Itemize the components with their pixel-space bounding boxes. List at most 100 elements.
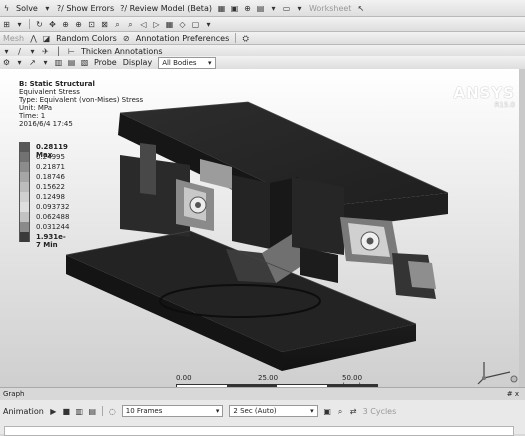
dropdown-arrow-icon[interactable]: ▾	[204, 20, 213, 29]
result-line: Unit: MPa	[19, 104, 53, 112]
legend-swatch	[19, 182, 30, 192]
dropdown-arrow-icon[interactable]: ▾	[43, 4, 52, 13]
monitor-icon[interactable]: ▭	[282, 4, 291, 13]
chart-icon[interactable]: ▤	[88, 407, 97, 416]
image-icon[interactable]: ▤	[256, 4, 265, 13]
dropdown-arrow-icon[interactable]: ▾	[269, 4, 278, 13]
graph-area[interactable]	[0, 422, 525, 436]
help-cursor-icon[interactable]: ↖	[356, 4, 365, 13]
gear-icon[interactable]: ⚙	[2, 58, 11, 67]
show-errors-button[interactable]: ?/ Show Errors	[57, 4, 114, 13]
review-model-button[interactable]: ?/ Review Model (Beta)	[120, 4, 212, 13]
legend-value: 0.18746	[36, 173, 65, 181]
legend-value: 0.093732	[36, 203, 70, 211]
export-icon[interactable]: ▣	[323, 407, 332, 416]
zoom-fit-icon[interactable]: ⊠	[100, 20, 109, 29]
zoom-icon[interactable]: ⌕	[336, 407, 345, 416]
probe-icon[interactable]: ▧	[80, 58, 89, 67]
worksheet-button[interactable]: Worksheet	[309, 4, 351, 13]
pin-icon[interactable]: ⊕	[243, 4, 252, 13]
stop-icon[interactable]: ■	[62, 407, 71, 416]
dropdown-arrow-icon[interactable]: ▾	[41, 58, 50, 67]
pin-icon[interactable]: ✈	[41, 47, 50, 56]
graph-title: Graph	[3, 390, 25, 398]
legend-swatch	[19, 192, 30, 202]
mesh-button[interactable]: Mesh	[3, 34, 24, 43]
graph-pin-close[interactable]: # x	[507, 388, 519, 400]
chart-icon[interactable]: ▣	[230, 4, 239, 13]
result-line: Time: 1	[19, 112, 46, 120]
probe-button[interactable]: Probe	[94, 58, 117, 67]
scale-label-mid: 25.00	[258, 374, 279, 382]
select-mode-icon[interactable]: ⊞	[2, 20, 11, 29]
random-colors-button[interactable]: Random Colors	[56, 34, 117, 43]
lightbulb-icon[interactable]: ◌	[108, 407, 117, 416]
edges-icon[interactable]: ▤	[67, 58, 76, 67]
magnifier-icon[interactable]: ⌕	[126, 20, 135, 29]
legend-value: 0.12498	[36, 193, 65, 201]
display-select[interactable]: All Bodies	[158, 56, 216, 69]
brand-name: ANSYS	[453, 84, 515, 102]
dropdown-arrow-icon[interactable]: ▾	[2, 47, 11, 56]
result-line: Type: Equivalent (von-Mises) Stress	[19, 96, 144, 104]
result-details: B: Static Structural Equivalent Stress T…	[19, 80, 143, 128]
main-toolbar: ϟ Solve ▾ ?/ Show Errors ?/ Review Model…	[0, 0, 525, 17]
legend-value: 0.24995	[36, 153, 65, 161]
duration-select[interactable]: 2 Sec (Auto)	[229, 405, 318, 417]
legend-swatch	[19, 162, 30, 172]
annotation-icon[interactable]: ⊘	[122, 34, 131, 43]
animation-label: Animation	[3, 406, 44, 416]
legend-swatch	[19, 142, 30, 152]
display-label: Display	[122, 58, 153, 67]
dropdown-arrow-icon[interactable]: ▾	[295, 4, 304, 13]
dropdown-arrow-icon[interactable]: ▾	[15, 20, 24, 29]
result-toolbar: ⚙ ▾ ↗ ▾ ▥ ▤ ▧ Probe Display All Bodies	[0, 56, 525, 70]
annotation-preferences-button[interactable]: Annotation Preferences	[136, 34, 229, 43]
result-title: B: Static Structural	[19, 80, 95, 88]
magnifier-icon[interactable]: ⌕	[113, 20, 122, 29]
thicken-icon[interactable]: ⊢	[67, 47, 76, 56]
viewport-icon[interactable]: ▢	[191, 20, 200, 29]
legend-swatch	[19, 202, 30, 212]
vertical-scrollbar[interactable]	[519, 69, 525, 387]
legend-value: 0.031244	[36, 223, 70, 231]
previous-view-icon[interactable]: ◁	[139, 20, 148, 29]
solve-button[interactable]: Solve	[16, 4, 38, 13]
table-icon[interactable]: ▦	[217, 4, 226, 13]
cycles-icon[interactable]: ⇄	[349, 407, 358, 416]
label-icon[interactable]: ◇	[178, 20, 187, 29]
play-icon[interactable]: ▶	[49, 407, 58, 416]
graph-canvas[interactable]	[4, 426, 514, 436]
result-line: 2016/6/4 17:45	[19, 120, 73, 128]
cycles-label: 3 Cycles	[362, 406, 397, 416]
legend-value: 0.062488	[36, 213, 70, 221]
rotate-icon[interactable]: ↻	[35, 20, 44, 29]
mesh-icon[interactable]: ⋀	[29, 34, 38, 43]
animation-toolbar: Animation ▶ ■ ▥ ▤ ◌ 10 Frames 2 Sec (Aut…	[0, 400, 525, 422]
dropdown-arrow-icon[interactable]: ▾	[15, 58, 24, 67]
random-colors-icon[interactable]: ◪	[42, 34, 51, 43]
grid-icon[interactable]: ▦	[165, 20, 174, 29]
zoom-in-icon[interactable]: ⊕	[74, 20, 83, 29]
graphics-options-toolbar: Mesh ⋀ ◪ Random Colors ⊘ Annotation Pref…	[0, 32, 525, 45]
frames-select[interactable]: 10 Frames	[121, 405, 224, 417]
lightning-icon[interactable]: ϟ	[2, 4, 11, 13]
thicken-annotations-button[interactable]: Thicken Annotations	[81, 47, 163, 56]
dropdown-arrow-icon[interactable]: ▾	[28, 47, 37, 56]
separator	[101, 406, 103, 416]
zoom-box-icon[interactable]: ⊡	[87, 20, 96, 29]
zoom-icon[interactable]: ⊕	[61, 20, 70, 29]
contour-icon[interactable]: ▥	[54, 58, 63, 67]
result-line: Equivalent Stress	[19, 88, 80, 96]
legend-swatch	[19, 152, 30, 162]
graphics-icon[interactable]: ⛭	[241, 34, 250, 43]
legend-value: 1.931e-7 Min	[36, 233, 66, 249]
vector-icon[interactable]: ↗	[28, 58, 37, 67]
frames-icon[interactable]: ▥	[75, 407, 84, 416]
edge-select-icon[interactable]: │	[54, 47, 63, 56]
edge-icon[interactable]: ∕	[15, 47, 24, 56]
legend-swatch	[19, 172, 30, 182]
next-view-icon[interactable]: ▷	[152, 20, 161, 29]
pan-icon[interactable]: ✥	[48, 20, 57, 29]
axis-triad[interactable]	[476, 360, 518, 386]
